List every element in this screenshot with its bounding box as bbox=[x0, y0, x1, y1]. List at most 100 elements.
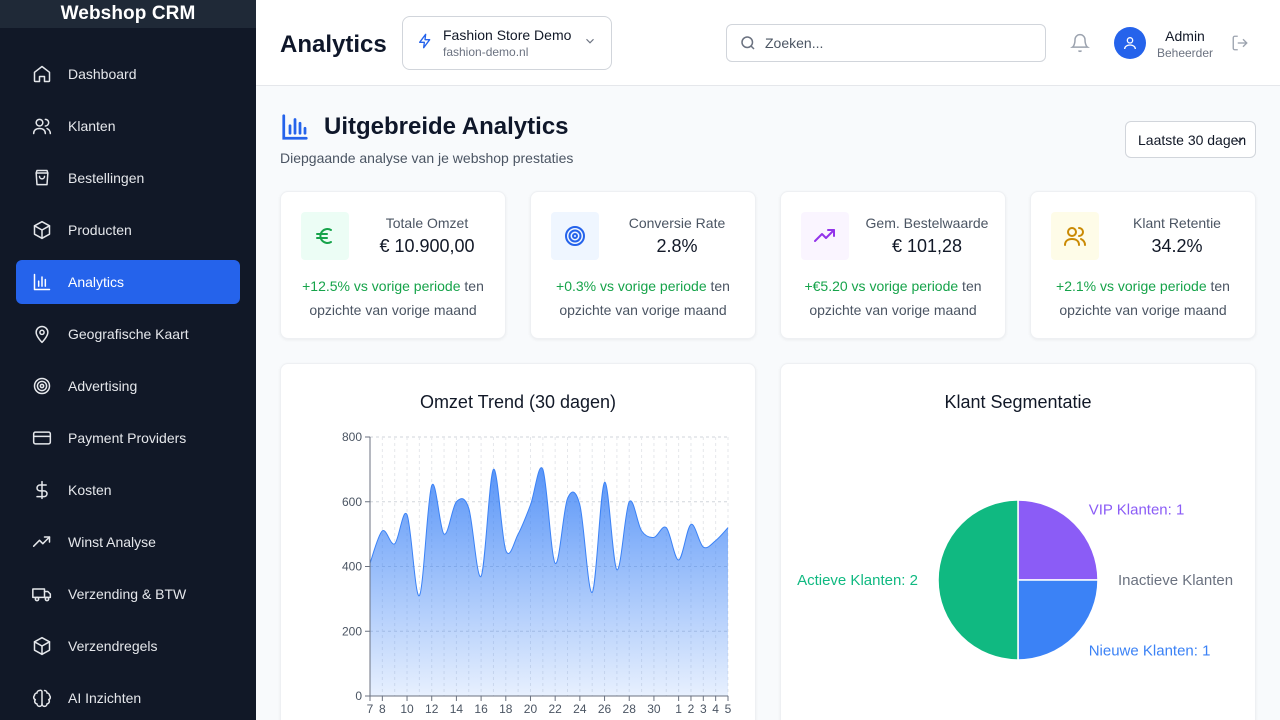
bar-chart-icon bbox=[32, 272, 52, 292]
kpi-label: Gem. Bestelwaarde bbox=[865, 215, 989, 231]
sidebar-item-dashboard[interactable]: Dashboard bbox=[16, 52, 240, 96]
y-tick-label: 0 bbox=[355, 689, 362, 703]
pie-slice bbox=[1017, 579, 1099, 661]
sidebar-item-verzending-btw[interactable]: Verzending & BTW bbox=[16, 572, 240, 616]
sidebar-item-winst-analyse[interactable]: Winst Analyse bbox=[16, 520, 240, 564]
store-selector[interactable]: Fashion Store Demo fashion-demo.nl bbox=[402, 16, 612, 70]
kpi-change-value: +12.5% vs vorige periode bbox=[302, 278, 461, 294]
customer-segmentation-chart: VIP Klanten: 1 Inactieve Klanten Nieuwe Kl… bbox=[797, 499, 1233, 661]
sidebar-item-analytics[interactable]: Analytics bbox=[16, 260, 240, 304]
x-tick-label: 24 bbox=[573, 702, 587, 716]
sidebar-item-label: Klanten bbox=[68, 118, 116, 134]
top-header: Analytics Fashion Store Demo fashion-dem… bbox=[256, 0, 1280, 86]
sidebar-item-label: Dashboard bbox=[68, 66, 137, 82]
sidebar-item-klanten[interactable]: Klanten bbox=[16, 104, 240, 148]
target-icon bbox=[32, 376, 52, 396]
sidebar-item-label: Producten bbox=[68, 222, 132, 238]
store-name: Fashion Store Demo bbox=[443, 27, 572, 43]
y-tick-label: 800 bbox=[342, 430, 362, 444]
y-tick-label: 200 bbox=[342, 624, 362, 638]
date-range-label: Laatste 30 dagen bbox=[1138, 131, 1247, 148]
users-icon bbox=[1064, 227, 1086, 246]
kpi-card: Klant Retentie 34.2% +2.1% vs vorige perio… bbox=[1030, 191, 1256, 339]
sidebar-item-label: Analytics bbox=[68, 274, 125, 290]
x-tick-label: 4 bbox=[712, 702, 719, 716]
sidebar-item-payment-providers[interactable]: Payment Providers bbox=[16, 416, 240, 460]
users-icon bbox=[32, 116, 52, 136]
customer-segmentation-card: Klant Segmentatie VIP Klanten: 1 Inactiev… bbox=[780, 363, 1256, 720]
kpi-value: € 101,28 bbox=[891, 236, 963, 256]
area-fill bbox=[370, 467, 728, 696]
brand-logo: Webshop CRM bbox=[0, 0, 256, 28]
kpi-icon-box bbox=[801, 212, 849, 260]
kpi-change: +2.1% vs vorige periode ten opzichte van… bbox=[1045, 274, 1241, 322]
kpi-change-value: +2.1% vs vorige periode bbox=[1056, 278, 1207, 294]
kpi-value: 34.2% bbox=[1151, 236, 1203, 256]
sidebar-item-label: Geografische Kaart bbox=[68, 326, 189, 342]
sidebar-item-ai-inzichten[interactable]: AI Inzichten bbox=[16, 676, 240, 720]
sidebar-item-label: Kosten bbox=[68, 482, 112, 498]
kpi-icon-box bbox=[301, 212, 349, 260]
search-input[interactable] bbox=[765, 35, 1025, 51]
user-info: Admin Beheerder bbox=[1154, 28, 1216, 60]
sidebar-nav: Dashboard Klanten Bestellingen Producten Ana… bbox=[16, 52, 240, 720]
kpi-card: Gem. Bestelwaarde € 101,28 +€5.20 vs vorig… bbox=[780, 191, 1006, 339]
user-name: Admin bbox=[1165, 28, 1205, 44]
kpi-change: +€5.20 vs vorige periode ten opzichte va… bbox=[795, 274, 991, 322]
x-tick-label: 10 bbox=[400, 702, 414, 716]
pie-label: VIP Klanten: 1 bbox=[1089, 501, 1185, 518]
x-tick-label: 5 bbox=[725, 702, 732, 716]
x-tick-label: 8 bbox=[379, 702, 386, 716]
euro-icon bbox=[316, 228, 332, 244]
shopping-bag-icon bbox=[32, 168, 52, 188]
dollar-icon bbox=[32, 480, 52, 500]
map-pin-icon bbox=[32, 324, 52, 344]
lightning-icon bbox=[417, 33, 433, 54]
kpi-value: € 10.900,00 bbox=[379, 236, 475, 256]
revenue-trend-chart: 02004006008007 8 10 12 14 16 18 20 22 24 26 28 30 1 2 3… bbox=[342, 430, 732, 716]
x-tick-label: 18 bbox=[499, 702, 513, 716]
x-tick-label: 3 bbox=[700, 702, 707, 716]
sidebar-item-label: Verzending & BTW bbox=[68, 586, 187, 602]
bar-chart-icon bbox=[282, 114, 308, 140]
bell-icon[interactable] bbox=[1070, 33, 1090, 58]
x-tick-label: 20 bbox=[524, 702, 538, 716]
sidebar-item-verzendregels[interactable]: Verzendregels bbox=[16, 624, 240, 668]
sidebar-item-bestellingen[interactable]: Bestellingen bbox=[16, 156, 240, 200]
date-range-select[interactable]: Laatste 30 dagen bbox=[1125, 121, 1256, 158]
chevron-down-icon bbox=[583, 34, 597, 53]
x-tick-label: 1 bbox=[675, 702, 682, 716]
kpi-card: Conversie Rate 2.8% +0.3% vs vorige period… bbox=[530, 191, 756, 339]
y-tick-label: 400 bbox=[342, 560, 362, 574]
sidebar-item-producten[interactable]: Producten bbox=[16, 208, 240, 252]
sidebar-item-advertising[interactable]: Advertising bbox=[16, 364, 240, 408]
pie-label: Nieuwe Klanten: 1 bbox=[1089, 643, 1211, 660]
sidebar-item-kosten[interactable]: Kosten bbox=[16, 468, 240, 512]
avatar[interactable] bbox=[1114, 27, 1146, 59]
kpi-change: +12.5% vs vorige periode ten opzichte va… bbox=[295, 274, 491, 322]
x-tick-label: 30 bbox=[647, 702, 661, 716]
x-tick-label: 2 bbox=[688, 702, 695, 716]
kpi-label: Totale Omzet bbox=[385, 215, 469, 231]
logout-icon[interactable] bbox=[1231, 34, 1249, 57]
kpi-change-value: +€5.20 vs vorige periode bbox=[804, 278, 959, 294]
kpi-icon-box bbox=[1051, 212, 1099, 260]
pie-label: Inactieve Klanten bbox=[1118, 572, 1233, 589]
pie-slice bbox=[1017, 499, 1099, 581]
sidebar-item-label: Advertising bbox=[68, 378, 138, 394]
store-info: Fashion Store Demo fashion-demo.nl bbox=[443, 27, 583, 59]
kpi-label: Conversie Rate bbox=[628, 215, 726, 231]
trending-up-icon bbox=[814, 229, 835, 242]
sidebar-item-geografische-kaart[interactable]: Geografische Kaart bbox=[16, 312, 240, 356]
search-icon bbox=[741, 36, 755, 50]
search-box bbox=[726, 24, 1046, 62]
revenue-trend-card: Omzet Trend (30 dagen) 0 200 400 600 800 7 8 10… bbox=[280, 363, 756, 720]
box-icon bbox=[32, 636, 52, 656]
target-icon bbox=[565, 226, 585, 246]
sidebar-item-label: Verzendregels bbox=[68, 638, 158, 654]
x-tick-label: 26 bbox=[598, 702, 612, 716]
truck-icon bbox=[32, 584, 52, 604]
kpi-card: Totale Omzet € 10.900,00 +12.5% vs vorige … bbox=[280, 191, 506, 339]
user-role: Beheerder bbox=[1156, 46, 1214, 60]
sidebar-item-label: Bestellingen bbox=[68, 170, 145, 186]
